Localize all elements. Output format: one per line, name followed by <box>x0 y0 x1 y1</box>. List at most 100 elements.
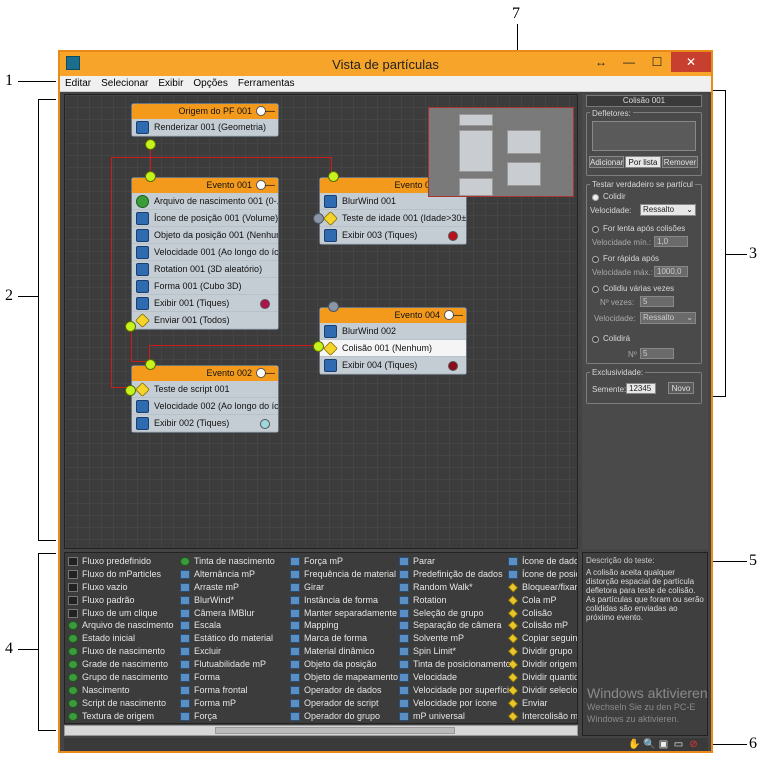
collapse-icon[interactable]: — <box>265 366 275 381</box>
operator-label[interactable]: Exibir 002 (Tiques) <box>154 418 229 428</box>
depot-item[interactable]: Tinta de posicionamento <box>398 658 514 671</box>
depot-item[interactable]: Nascimento <box>67 684 174 697</box>
depot-item[interactable]: Mapping <box>289 619 398 632</box>
depot-item[interactable]: Alternância mP <box>179 568 275 581</box>
rollout-title[interactable]: Colisão 001 <box>586 95 702 107</box>
depot-item[interactable]: Câmera IMBlur <box>179 607 275 620</box>
input-port[interactable] <box>328 171 339 182</box>
depot-item[interactable]: Excluir <box>179 645 275 658</box>
minimize-button[interactable]: — <box>615 52 643 72</box>
depot-item[interactable]: Manter separadamente <box>289 607 398 620</box>
maximize-button[interactable]: ☐ <box>643 52 671 72</box>
menu-editar[interactable]: Editar <box>60 76 96 89</box>
depot-item[interactable]: Fluxo padrão <box>67 594 174 607</box>
depot-item[interactable]: Intercolisão mP <box>507 710 577 723</box>
new-seed-button[interactable]: Novo <box>668 382 694 394</box>
depot-item[interactable]: Ícone de posição <box>507 568 577 581</box>
input-port[interactable] <box>145 171 156 182</box>
add-button[interactable]: Adicionar <box>589 156 624 168</box>
depot-item[interactable]: Girar <box>289 581 398 594</box>
speed2-dropdown[interactable]: Ressalto ⌄ <box>640 312 696 324</box>
depot-horizontal-scrollbar[interactable] <box>64 725 578 736</box>
operator-label[interactable]: Colisão 001 (Nenhum) <box>342 343 432 353</box>
depot-item[interactable]: Random Walk* <box>398 581 514 594</box>
depot-item[interactable]: Velocidade por superfície <box>398 684 514 697</box>
output-port[interactable] <box>145 139 156 150</box>
depot-item[interactable]: Frequência de material <box>289 568 398 581</box>
operator-label[interactable]: Ícone de posição 001 (Volume) <box>154 213 278 223</box>
operator-label[interactable]: BlurWind 001 <box>342 196 396 206</box>
depot-item[interactable]: Fluxo vazio <box>67 581 174 594</box>
zoom-icon[interactable]: 🔍 <box>643 739 655 750</box>
depot-item[interactable]: Objeto da posição <box>289 658 398 671</box>
will-collide-radio[interactable] <box>592 336 599 343</box>
no-icon[interactable]: ⊘ <box>688 739 699 750</box>
depot-item[interactable]: Velocidade por ícone <box>398 697 514 710</box>
depot-item[interactable]: Copiar seguinte <box>507 632 577 645</box>
depot-item[interactable]: Ícone de dados <box>507 555 577 568</box>
collide-radio[interactable] <box>592 194 599 201</box>
depot-item[interactable]: Separação de câmera <box>398 619 514 632</box>
display-color-swatch[interactable] <box>448 231 458 241</box>
collapse-icon[interactable]: — <box>265 178 275 193</box>
depot-item[interactable]: Velocidade <box>398 671 514 684</box>
depot-item[interactable]: Marca de forma <box>289 632 398 645</box>
depot-item[interactable]: Dividir quantidade <box>507 671 577 684</box>
deflectors-list[interactable] <box>592 121 696 151</box>
event-004-node[interactable]: Evento 004 — BlurWind 002 Colisão 001 (Ne… <box>319 307 467 375</box>
depot-item[interactable]: Estático do material <box>179 632 275 645</box>
event-display[interactable]: Origem do PF 001 — Renderizar 001 (Geomet… <box>64 94 578 549</box>
times-field[interactable]: 5 <box>640 296 674 307</box>
navigator-map[interactable] <box>428 107 574 197</box>
input-port[interactable] <box>328 301 339 312</box>
depot-item[interactable]: Escala <box>179 619 275 632</box>
depot-item[interactable]: Arraste mP <box>179 581 275 594</box>
depot-item[interactable]: Spin Limit* <box>398 645 514 658</box>
zoom-extents-icon[interactable]: ▭ <box>673 739 684 750</box>
max-speed-field[interactable]: 1000,0 <box>654 266 688 277</box>
menu-exibir[interactable]: Exibir <box>153 76 188 89</box>
depot-item[interactable]: Operador do grupo <box>289 710 398 723</box>
collided-multiple-radio[interactable] <box>592 286 599 293</box>
restore-arrows-icon[interactable]: ↔ <box>587 52 615 72</box>
operator-label[interactable]: Velocidade 001 (Ao longo do íc... <box>154 247 278 257</box>
test-output-port[interactable] <box>125 321 136 332</box>
operator-label[interactable]: Teste de idade 001 (Idade>30±5) <box>342 213 466 223</box>
depot-item[interactable]: Tinta de nascimento <box>179 555 275 568</box>
depot-item[interactable]: Fluxo predefinido <box>67 555 174 568</box>
depot-item[interactable]: Seleção de grupo <box>398 607 514 620</box>
depot-item[interactable]: Fluxo de um clique <box>67 607 174 620</box>
event-002-node[interactable]: Evento 002 — Teste de script 001 Velocida… <box>131 365 279 433</box>
depot-item[interactable]: Grade de nascimento <box>67 658 174 671</box>
n-field[interactable]: 5 <box>640 348 674 359</box>
depot-item[interactable]: Forma mP <box>179 697 275 710</box>
depot-item[interactable]: Cola mP <box>507 594 577 607</box>
test-output-port[interactable] <box>125 385 136 396</box>
depot-item[interactable]: Enviar <box>507 697 577 710</box>
menu-selecionar[interactable]: Selecionar <box>96 76 153 89</box>
depot-item[interactable]: Bloquear/fixar <box>507 581 577 594</box>
depot-item[interactable]: Flutuabilidade mP <box>179 658 275 671</box>
menu-ferramentas[interactable]: Ferramentas <box>233 76 300 89</box>
depot-item[interactable]: Dividir grupo <box>507 645 577 658</box>
depot-item[interactable]: Operador de script <box>289 697 398 710</box>
pan-icon[interactable]: ✋ <box>628 739 640 750</box>
operator-label[interactable]: Velocidade 002 (Ao longo do íc... <box>154 401 278 411</box>
test-output-port[interactable] <box>313 213 324 224</box>
input-port[interactable] <box>145 359 156 370</box>
seed-field[interactable]: 12345 <box>626 383 656 394</box>
operator-label[interactable]: Arquivo de nascimento 001 (0-... <box>154 196 278 206</box>
depot-item[interactable]: Fluxo do mParticles <box>67 568 174 581</box>
by-list-button[interactable]: Por lista <box>625 156 661 168</box>
event-001-node[interactable]: Evento 001 — Arquivo de nascimento 001 (0… <box>131 177 279 330</box>
min-speed-field[interactable]: 1,0 <box>654 236 688 247</box>
depot-item[interactable]: Colisão mP <box>507 619 577 632</box>
depot-item[interactable]: Solvente mP <box>398 632 514 645</box>
operator-label[interactable]: Forma 001 (Cubo 3D) <box>154 281 242 291</box>
depot-item[interactable]: Predefinição de dados <box>398 568 514 581</box>
depot-item[interactable]: Colisão <box>507 607 577 620</box>
depot-item[interactable]: Textura de origem <box>67 710 174 723</box>
slow-after-radio[interactable] <box>592 226 599 233</box>
origin-node[interactable]: Origem do PF 001 — Renderizar 001 (Geomet… <box>131 103 279 137</box>
remove-button[interactable]: Remover <box>662 156 698 168</box>
